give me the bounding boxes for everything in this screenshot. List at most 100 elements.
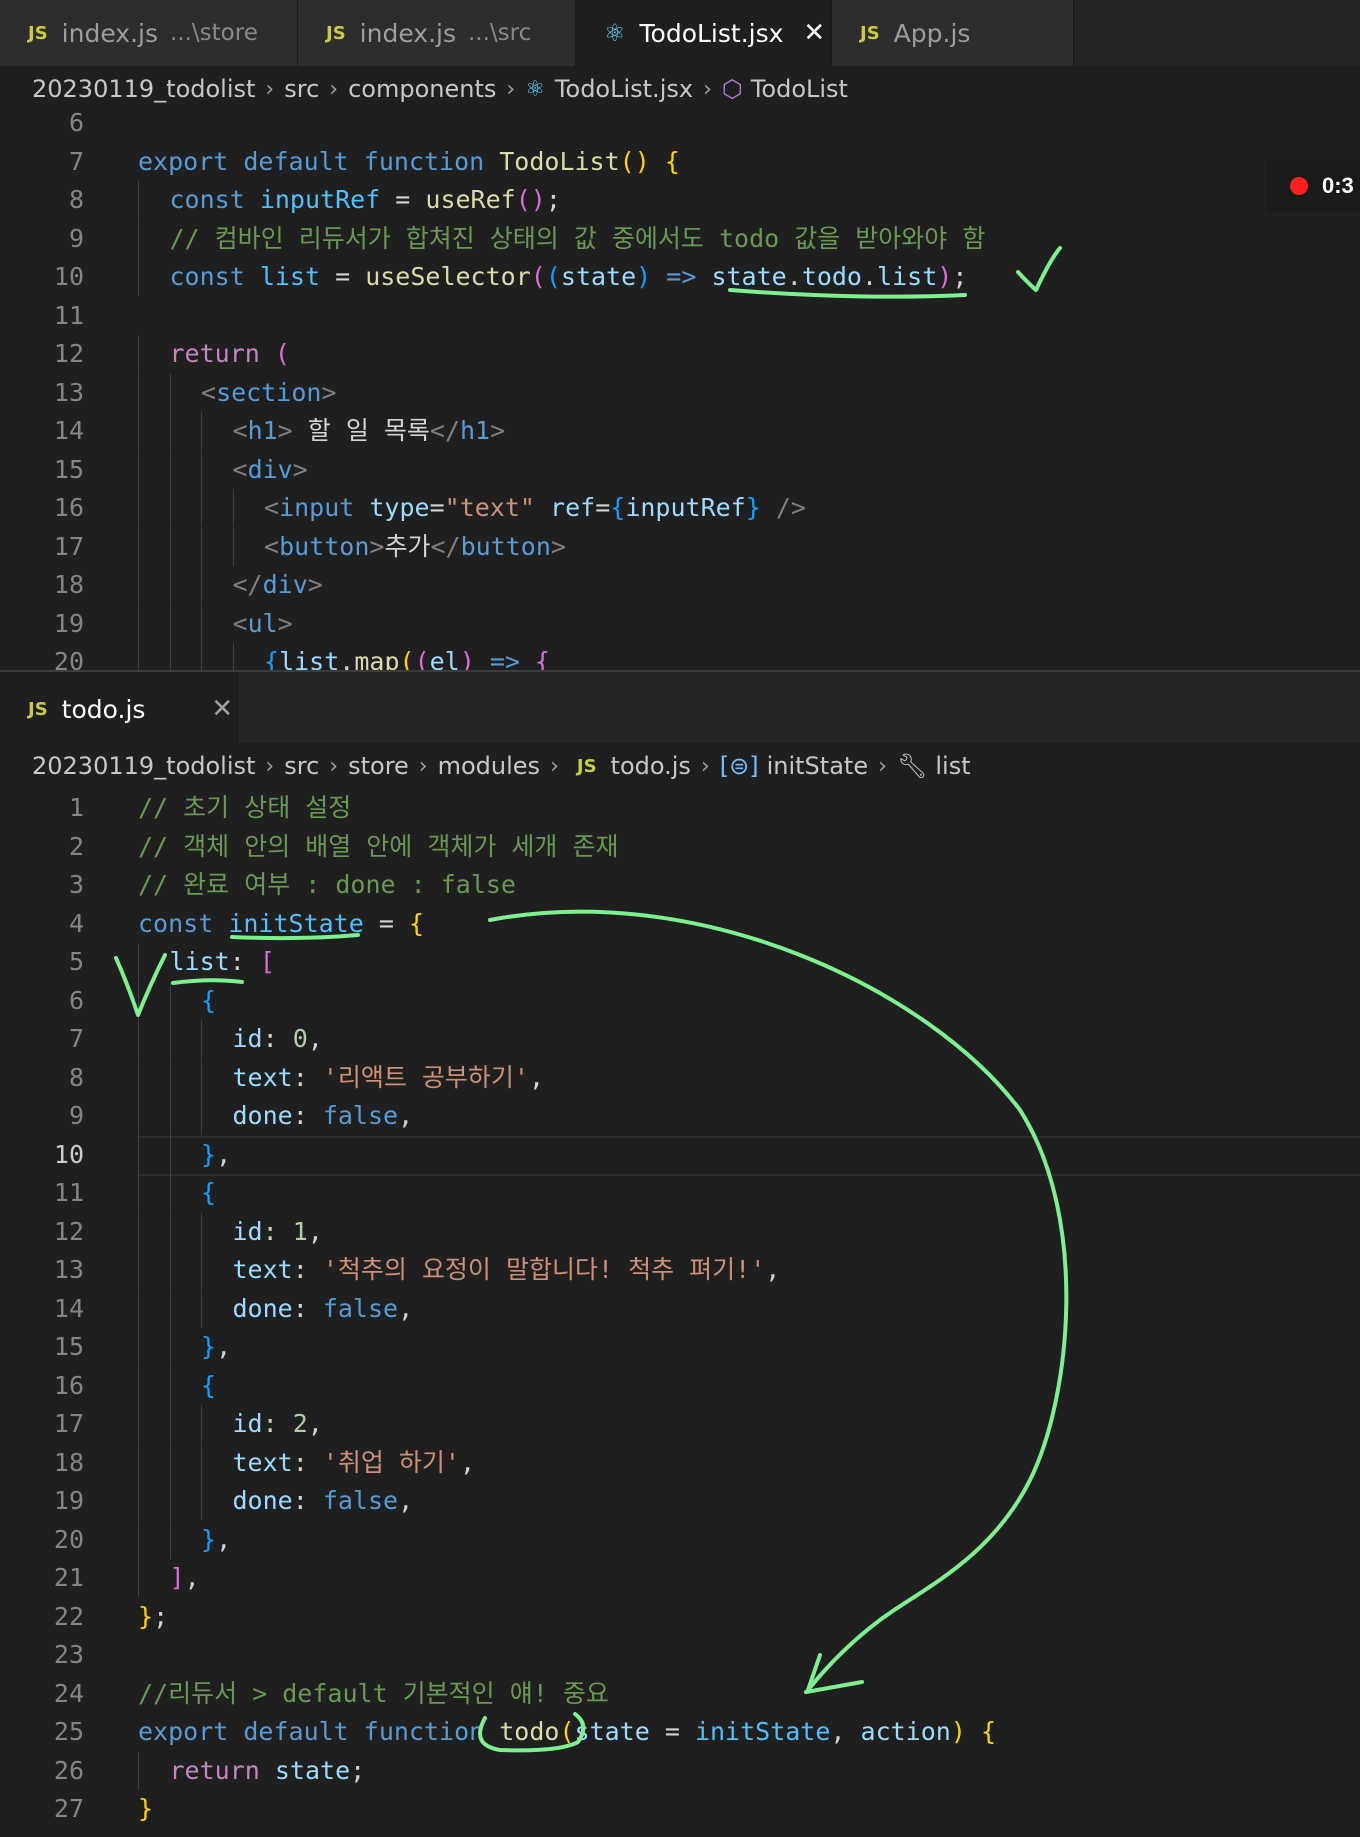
code-line[interactable]: 21], — [0, 1559, 1360, 1597]
current-line-highlight — [138, 1135, 1360, 1176]
indent-guide — [169, 1443, 171, 1482]
breadcrumb-item[interactable]: list — [935, 752, 970, 780]
indent-guide — [201, 527, 202, 566]
code-line[interactable]: 13 <section> — [0, 373, 1360, 412]
code-token: 1 — [292, 1216, 308, 1246]
code-line[interactable]: 13 text: '척추의 요정이 말합니다! 척추 펴기!', — [0, 1251, 1360, 1289]
code-line[interactable]: 6 — [0, 112, 1360, 142]
code-line[interactable]: 8 text: '리액트 공부하기', — [0, 1058, 1360, 1097]
code-line[interactable]: 12 return ( — [0, 335, 1360, 373]
breadcrumb-item[interactable]: TodoList — [751, 75, 848, 103]
code-token: } — [138, 1601, 154, 1631]
close-icon[interactable]: ✕ — [803, 18, 825, 48]
code-line[interactable]: 20}, — [0, 1520, 1360, 1559]
code-text: id: 1, — [233, 1213, 323, 1251]
code-line[interactable]: 18 text: '취업 하기', — [0, 1443, 1360, 1482]
code-token: = — [363, 908, 409, 938]
line-number: 4 — [68, 908, 84, 938]
indent-guide — [138, 1212, 139, 1251]
tab-todolist-jsx[interactable]: ⚛ TodoList.jsx ✕ — [576, 0, 832, 66]
code-line[interactable]: 19 done: false, — [0, 1482, 1360, 1520]
code-line[interactable]: 5 list: [ — [0, 943, 1360, 981]
code-text: }; — [138, 1598, 168, 1636]
code-line[interactable]: 18 </div> — [0, 566, 1360, 604]
react-file-icon: ⚛ — [604, 19, 626, 47]
code-line[interactable]: 19 <ul> — [0, 604, 1360, 643]
code-line[interactable]: 24 //리듀서 > default 기본적인 얘! 중요 — [0, 1675, 1360, 1713]
code-text: done: false, — [233, 1482, 414, 1520]
indent-guide — [201, 450, 202, 489]
tab-index-src[interactable]: JS index.js ...\src — [298, 0, 576, 66]
code-line[interactable]: 1 // 초기 상태 설정 — [0, 789, 1360, 827]
breadcrumb-item[interactable]: 20230119_todolist — [32, 75, 255, 103]
code-line[interactable]: 25 export default function todo(state = i… — [0, 1713, 1360, 1751]
chevron-right-icon: › — [703, 76, 712, 102]
code-line[interactable]: 4 const initState = { — [0, 905, 1360, 943]
indent-guide — [169, 1328, 171, 1366]
indent-guide — [138, 219, 139, 258]
breadcrumb-item[interactable]: modules — [438, 752, 540, 780]
indent-guide — [138, 643, 139, 670]
tab-app-js[interactable]: JS App.js — [832, 0, 1074, 66]
close-icon[interactable]: ✕ — [211, 694, 233, 724]
indent-guide — [138, 1520, 139, 1559]
code-line[interactable]: 15}, — [0, 1328, 1360, 1366]
code-line[interactable]: 16 { — [0, 1366, 1360, 1405]
code-line[interactable]: 11 { — [0, 1174, 1360, 1212]
line-number: 22 — [53, 1601, 84, 1631]
code-line[interactable]: 3 // 완료 여부 : done : false — [0, 866, 1360, 904]
code-line[interactable]: 22}; — [0, 1598, 1360, 1636]
code-token: id — [232, 1409, 263, 1438]
code-line[interactable]: 15 <div> — [0, 450, 1360, 489]
indent-guide — [138, 1251, 139, 1289]
code-token: done — [232, 1293, 293, 1323]
code-text: <ul> — [233, 605, 293, 643]
code-line[interactable]: 2 // 객체 안의 배열 안에 객체가 세개 존재 — [0, 828, 1360, 866]
code-line[interactable]: 27} — [0, 1790, 1360, 1828]
code-token: ul — [247, 608, 278, 638]
code-line[interactable]: 7 id: 0, — [0, 1020, 1360, 1058]
code-token: } — [201, 1139, 217, 1169]
code-line[interactable]: 7 export default function TodoList() { — [0, 143, 1360, 181]
code-line[interactable]: 8 const inputRef = useRef(); — [0, 181, 1360, 219]
code-token: } — [201, 1332, 217, 1361]
code-line[interactable]: 10 const list = useSelector((state) => st… — [0, 258, 1360, 296]
line-number: 8 — [68, 1062, 84, 1092]
code-token: > — [550, 531, 566, 561]
code-line[interactable]: 9 // 컴바인 리듀서가 합쳐진 상태의 값 중에서도 todo 값을 받아와야… — [0, 219, 1360, 258]
code-editor-todo[interactable]: 1 // 초기 상태 설정 2 // 객체 안의 배열 안에 객체가 세개 존재 3 //… — [0, 787, 1360, 1837]
breadcrumb-item[interactable]: src — [284, 75, 319, 103]
code-line[interactable]: 11 — [0, 297, 1360, 335]
indent-guide — [138, 335, 139, 373]
breadcrumb-item[interactable]: initState — [767, 752, 868, 780]
code-line[interactable]: 23 — [0, 1636, 1360, 1674]
code-line[interactable]: 20 {list.map((el) => { — [0, 643, 1360, 670]
tab-todo-js[interactable]: JS todo.js ✕ — [0, 672, 238, 746]
tab-path-hint: ...\src — [468, 20, 532, 46]
code-line[interactable]: 10}, — [0, 1135, 1360, 1176]
breadcrumb-item[interactable]: todo.js — [611, 752, 691, 780]
code-line[interactable]: 17 <button>추가</button> — [0, 527, 1360, 566]
code-line[interactable]: 17 id: 2, — [0, 1405, 1360, 1443]
code-line[interactable]: 14 done: false, — [0, 1289, 1360, 1328]
breadcrumb-item[interactable]: TodoList.jsx — [555, 75, 693, 103]
code-line[interactable]: 9 done: false, — [0, 1097, 1360, 1135]
breadcrumb-item[interactable]: src — [284, 752, 319, 780]
tab-index-store[interactable]: JS index.js ...\store — [0, 0, 298, 66]
code-token: < — [232, 608, 248, 638]
breadcrumb-item[interactable]: 20230119_todolist — [32, 752, 255, 780]
line-number: 11 — [53, 1178, 84, 1207]
code-line[interactable]: 12 id: 1, — [0, 1212, 1360, 1251]
code-line[interactable]: 16 <input type="text" ref={inputRef} /> — [0, 489, 1360, 527]
breadcrumb-item[interactable]: store — [348, 752, 409, 780]
breadcrumb-item[interactable]: components — [348, 75, 496, 103]
code-token: action — [860, 1717, 951, 1746]
indent-guide — [138, 1135, 139, 1174]
code-editor-todolist[interactable]: 6 7 export default function TodoList() {8 c… — [0, 112, 1360, 670]
indent-guide — [138, 1482, 139, 1520]
code-line[interactable]: 26 return state; — [0, 1751, 1360, 1790]
indent-guide — [138, 1405, 139, 1443]
code-line[interactable]: 14 <h1> 할 일 목록</h1> — [0, 412, 1360, 450]
code-line[interactable]: 6{ — [0, 981, 1360, 1020]
